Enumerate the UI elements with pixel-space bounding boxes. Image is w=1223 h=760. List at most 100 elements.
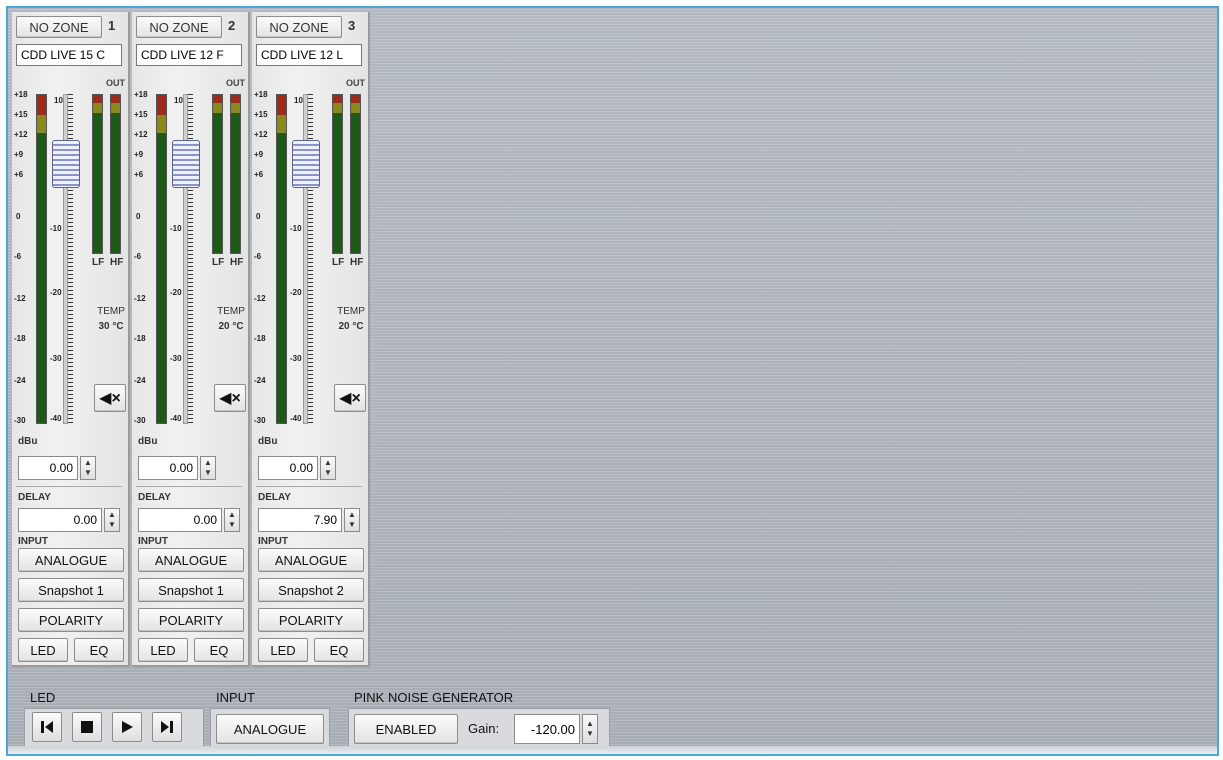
snapshot-button[interactable]: Snapshot 1 — [138, 578, 244, 602]
fader-scale-label: -30 — [290, 354, 302, 363]
input-analogue-button[interactable]: ANALOGUE — [18, 548, 124, 572]
hf-label: HF — [110, 257, 124, 268]
output-meter-lf — [332, 94, 343, 254]
channel-number: 3 — [348, 18, 356, 33]
mute-button[interactable]: ◀× — [94, 384, 126, 412]
scale-label: -6 — [14, 252, 22, 261]
scale-label: +15 — [134, 110, 148, 119]
eq-button[interactable]: EQ — [314, 638, 364, 662]
input-meter — [276, 94, 287, 424]
skip-forward-button[interactable] — [152, 712, 182, 742]
divider — [136, 486, 242, 487]
skip-forward-icon — [161, 721, 173, 733]
stop-button[interactable] — [72, 712, 102, 742]
pink-noise-gain-input[interactable]: -120.00 — [514, 714, 580, 744]
zone-button[interactable]: NO ZONE — [16, 16, 102, 38]
led-button[interactable]: LED — [258, 638, 308, 662]
scale-label: -24 — [14, 376, 26, 385]
delay-input[interactable]: 7.90 — [258, 508, 342, 532]
snapshot-button[interactable]: Snapshot 1 — [18, 578, 124, 602]
delay-label: DELAY — [138, 492, 171, 503]
fader-scale-label: -20 — [50, 288, 62, 297]
delay-input[interactable]: 0.00 — [138, 508, 222, 532]
input-label: INPUT — [18, 536, 48, 547]
temp-label: TEMP — [97, 306, 125, 317]
input-meter — [36, 94, 47, 424]
gain-stepper[interactable]: ▲ ▼ — [80, 456, 96, 480]
temp-value: 30 °C — [98, 321, 124, 332]
fader-scale-label: -10 — [50, 224, 62, 233]
fader-scale-label: -40 — [290, 414, 302, 423]
input-label: INPUT — [138, 536, 168, 547]
scale-label: +6 — [14, 170, 24, 179]
scale-label: -18 — [14, 334, 26, 343]
gain-stepper[interactable]: ▲ ▼ — [320, 456, 336, 480]
gain-input[interactable]: 0.00 — [258, 456, 318, 480]
global-input-analogue-button[interactable]: ANALOGUE — [216, 714, 324, 744]
channel-name-field[interactable]: CDD LIVE 15 C — [16, 44, 122, 66]
fader-scale-label: 10 — [54, 96, 63, 105]
fader-knob[interactable] — [52, 140, 80, 188]
fader-scale-label: 10 — [174, 96, 183, 105]
gain-input[interactable]: 0.00 — [138, 456, 198, 480]
delay-stepper[interactable]: ▲ ▼ — [224, 508, 240, 532]
play-icon — [122, 721, 133, 733]
zone-button[interactable]: NO ZONE — [256, 16, 342, 38]
snapshot-button[interactable]: Snapshot 2 — [258, 578, 364, 602]
mute-icon: ◀× — [219, 390, 241, 407]
led-button[interactable]: LED — [18, 638, 68, 662]
channel-strip-2: NO ZONE 2 CDD LIVE 12 F OUT +18 +15 +12 … — [132, 12, 250, 667]
output-meter-lf — [92, 94, 103, 254]
delay-stepper[interactable]: ▲ ▼ — [104, 508, 120, 532]
polarity-button[interactable]: POLARITY — [258, 608, 364, 632]
play-button[interactable] — [112, 712, 142, 742]
scale-label: +18 — [14, 90, 28, 99]
fader-knob[interactable] — [292, 140, 320, 188]
zone-button[interactable]: NO ZONE — [136, 16, 222, 38]
delay-stepper[interactable]: ▲ ▼ — [344, 508, 360, 532]
out-label: OUT — [346, 78, 365, 88]
mute-icon: ◀× — [99, 390, 121, 407]
scale-label: 0 — [136, 212, 141, 221]
pink-noise-enabled-button[interactable]: ENABLED — [354, 714, 458, 744]
scale-label: -12 — [254, 294, 266, 303]
input-analogue-button[interactable]: ANALOGUE — [258, 548, 364, 572]
eq-button[interactable]: EQ — [194, 638, 244, 662]
gain-stepper[interactable]: ▲ ▼ — [200, 456, 216, 480]
lf-label: LF — [212, 257, 225, 268]
delay-input[interactable]: 0.00 — [18, 508, 102, 532]
output-meter-hf — [350, 94, 361, 254]
scale-label: +15 — [254, 110, 268, 119]
scale-label: -30 — [14, 416, 26, 425]
scale-label: -30 — [254, 416, 266, 425]
divider — [16, 486, 122, 487]
channel-name-field[interactable]: CDD LIVE 12 F — [136, 44, 242, 66]
output-meter-hf — [110, 94, 121, 254]
led-button[interactable]: LED — [138, 638, 188, 662]
mute-button[interactable]: ◀× — [214, 384, 246, 412]
gain-input[interactable]: 0.00 — [18, 456, 78, 480]
pink-noise-label: PINK NOISE GENERATOR — [354, 690, 514, 705]
channel-number: 1 — [108, 18, 116, 33]
status-strip — [8, 746, 1217, 754]
gain-label: Gain: — [468, 721, 500, 736]
pink-noise-gain-stepper[interactable]: ▲ ▼ — [582, 714, 598, 744]
channel-name-field[interactable]: CDD LIVE 12 L — [256, 44, 362, 66]
stop-icon — [81, 721, 93, 733]
fader-scale-label: -10 — [170, 224, 182, 233]
mute-button[interactable]: ◀× — [334, 384, 366, 412]
fader-scale-label: -20 — [290, 288, 302, 297]
hf-label: HF — [350, 257, 364, 268]
input-analogue-button[interactable]: ANALOGUE — [138, 548, 244, 572]
scale-label: -24 — [134, 376, 146, 385]
skip-back-button[interactable] — [32, 712, 62, 742]
scale-label: +9 — [14, 150, 24, 159]
scale-label: +18 — [134, 90, 148, 99]
scale-label: +12 — [254, 130, 268, 139]
polarity-button[interactable]: POLARITY — [18, 608, 124, 632]
polarity-button[interactable]: POLARITY — [138, 608, 244, 632]
channel-number: 2 — [228, 18, 236, 33]
skip-back-icon — [41, 721, 53, 733]
fader-knob[interactable] — [172, 140, 200, 188]
eq-button[interactable]: EQ — [74, 638, 124, 662]
